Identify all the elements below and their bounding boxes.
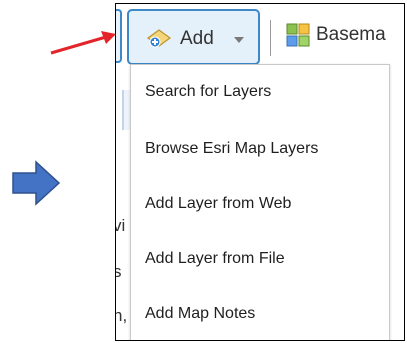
background-text-fragment: vi: [116, 216, 126, 235]
menu-item-add-layer-from-file[interactable]: Add Layer from File: [145, 250, 285, 268]
menu-item-add-map-notes[interactable]: Add Map Notes: [145, 305, 255, 323]
basemap-grid-icon[interactable]: [286, 23, 310, 47]
chevron-down-icon: [234, 37, 244, 43]
red-pointer-arrow-icon: [50, 31, 116, 55]
basemap-button-label[interactable]: Basema: [316, 24, 386, 46]
add-dropdown-menu: Search for Layers Browse Esri Map Layers…: [130, 64, 390, 340]
menu-item-search-for-layers[interactable]: Search for Layers: [145, 83, 271, 101]
add-button-label: Add: [180, 28, 214, 49]
add-button[interactable]: Add: [127, 9, 260, 65]
menu-item-browse-esri-map-layers[interactable]: Browse Esri Map Layers: [145, 140, 318, 158]
menu-item-add-layer-from-web[interactable]: Add Layer from Web: [145, 195, 291, 213]
screenshot-frame: Add Basema vi s n, Search for Layers Bro…: [115, 3, 405, 341]
add-layer-icon: [146, 29, 172, 48]
background-text-fragment: n,: [116, 306, 128, 325]
right-arrow-icon: [12, 160, 61, 206]
toolbar-separator: [270, 20, 271, 56]
background-text-fragment: s: [116, 262, 122, 282]
